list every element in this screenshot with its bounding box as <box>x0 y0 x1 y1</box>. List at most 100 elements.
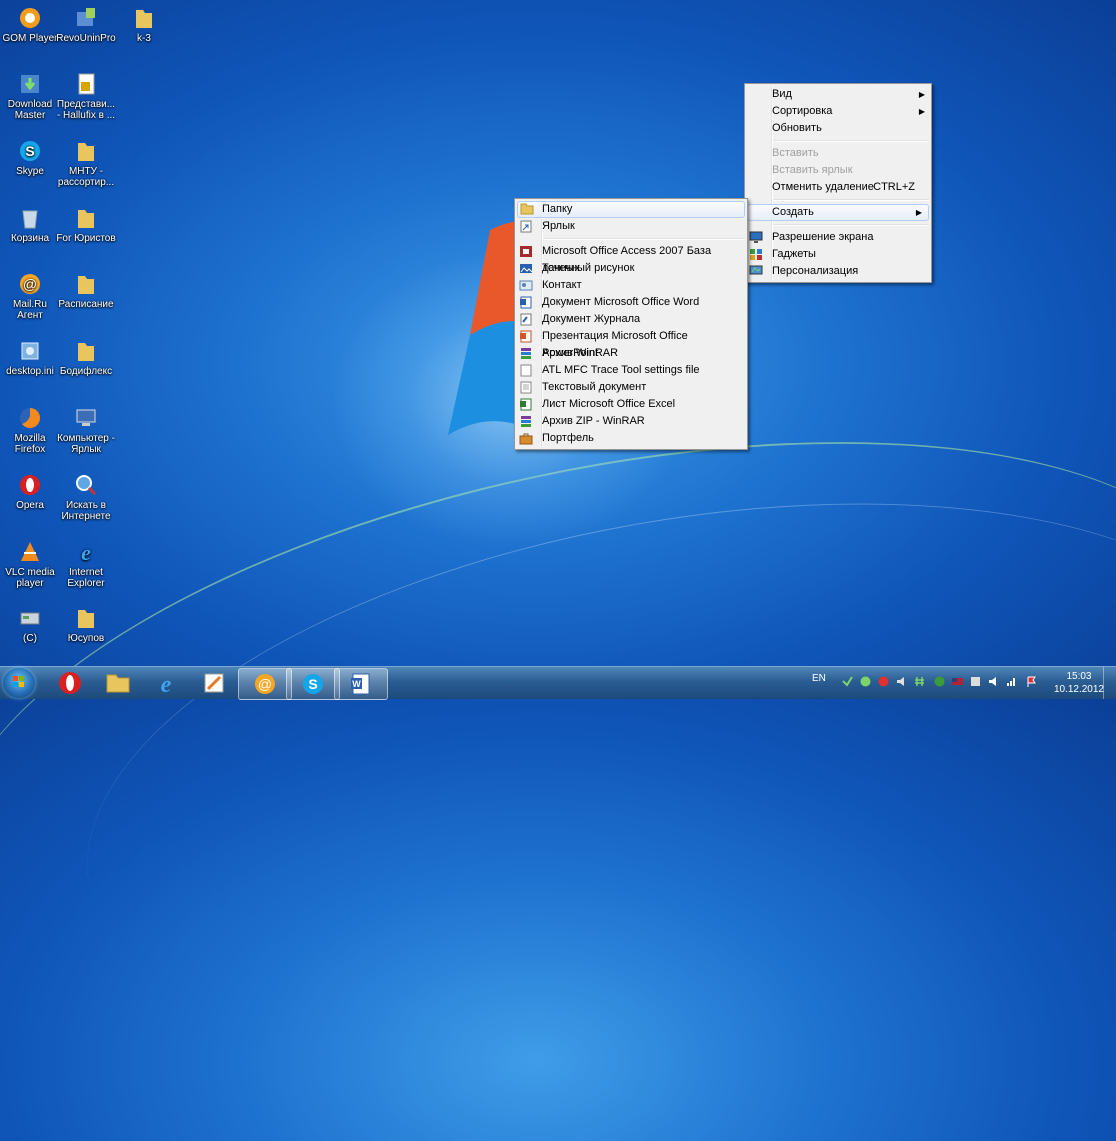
desktop-icon-schedule[interactable]: Расписание <box>56 272 116 310</box>
desktop-icon-recycle-bin[interactable]: Корзина <box>0 206 60 244</box>
menu-item-label: Архив WinRAR <box>542 347 619 359</box>
tray-mail-icon[interactable] <box>860 676 871 687</box>
menu-item-screen-resolution[interactable]: Разрешение экрана <box>745 229 931 246</box>
desktop-icon-label: Mail.Ru Агент <box>13 299 47 321</box>
skype-icon: S <box>303 674 323 694</box>
submenu-item-powerpoint[interactable]: Презентация Microsoft Office PowerPoint <box>515 328 747 359</box>
desktop-icon-presentation-shortcut[interactable]: Представи... - Hallufix в ... <box>56 72 116 121</box>
submenu-item-winrar[interactable]: Архив WinRAR <box>515 345 747 362</box>
clock-date: 10.12.2012 <box>1053 684 1104 695</box>
submenu-arrow-icon: ▶ <box>918 107 925 116</box>
shortcut-icon <box>520 220 532 233</box>
submenu-arrow-icon: ▶ <box>915 208 922 217</box>
desktop-icon-search-internet[interactable]: Искать в Интернете <box>56 473 116 522</box>
svg-text:W: W <box>352 679 361 689</box>
screen-resolution-icon <box>749 231 763 243</box>
taskbar-word-button[interactable]: W <box>334 668 388 700</box>
menu-item-label: Ярлык <box>542 220 575 232</box>
desktop-icon-label: Download Master <box>7 99 53 121</box>
menu-item-view[interactable]: Вид ▶ <box>745 86 931 103</box>
desktop-icon-bodyflex[interactable]: Бодифлекс <box>56 339 116 377</box>
desktop-icon-label: Opera <box>16 500 44 511</box>
submenu-item-folder[interactable]: Папку <box>517 201 745 218</box>
desktop-icon-mntu[interactable]: МНТУ - рассортир... <box>56 139 116 188</box>
taskbar-opera-button[interactable] <box>44 668 96 698</box>
submenu-item-zip[interactable]: Архив ZIP - WinRAR <box>515 413 747 430</box>
menu-item-personalization[interactable]: Персонализация <box>745 263 931 280</box>
paint-icon <box>204 673 224 693</box>
taskbar: e @ S W EN 15:03 10.12.2012 <box>0 666 1116 700</box>
zip-archive-icon <box>521 416 531 427</box>
desktop-icon-label: k-3 <box>137 33 151 44</box>
submenu-item-text[interactable]: Текстовый документ <box>515 379 747 396</box>
menu-item-label: Портфель <box>542 432 594 444</box>
desktop-icon-desktop-ini[interactable]: desktop.ini <box>0 339 60 377</box>
desktop-icon-vlc[interactable]: VLC media player <box>0 540 60 589</box>
tray-device-icon[interactable] <box>970 676 981 687</box>
mailru-agent-icon: @ <box>255 674 275 694</box>
submenu-item-word[interactable]: Документ Microsoft Office Word <box>515 294 747 311</box>
submenu-item-bitmap[interactable]: Точечный рисунок <box>515 260 747 277</box>
windows-start-icon <box>13 676 24 687</box>
winrar-icon <box>521 348 531 359</box>
tray-opera-icon[interactable] <box>878 676 889 687</box>
taskbar-explorer-button[interactable] <box>92 668 144 698</box>
submenu-item-briefcase[interactable]: Портфель <box>515 430 747 447</box>
gadgets-icon <box>750 249 762 260</box>
taskbar-mailru-button[interactable]: @ <box>238 668 292 700</box>
menu-item-label: Контакт <box>542 279 582 291</box>
desktop-icon-label: Представи... - Hallufix в ... <box>56 99 116 121</box>
start-button[interactable] <box>3 668 35 698</box>
desktop-icon-gom-player[interactable]: GOM Player <box>0 6 60 44</box>
desktop-icon-label: RevoUninPro <box>56 33 116 44</box>
folder-icon <box>106 674 130 693</box>
submenu-item-atl[interactable]: ATL MFC Trace Tool settings file <box>515 362 747 379</box>
desktop-icon-label: Корзина <box>10 233 50 244</box>
tray-volume-icon[interactable] <box>896 676 907 687</box>
tray-flag-icon[interactable] <box>952 676 963 687</box>
opera-icon <box>59 672 81 694</box>
svg-text:S: S <box>308 676 317 692</box>
menu-item-label: Документ Microsoft Office Word <box>542 296 700 308</box>
submenu-item-contact[interactable]: Контакт <box>515 277 747 294</box>
language-indicator[interactable]: EN <box>812 673 826 684</box>
submenu-item-excel[interactable]: Лист Microsoft Office Excel <box>515 396 747 413</box>
menu-item-refresh[interactable]: Обновить <box>745 120 931 137</box>
word-icon: W <box>351 673 370 695</box>
desktop-icon-internet-explorer[interactable]: e Internet Explorer <box>56 540 116 589</box>
menu-item-gadgets[interactable]: Гаджеты <box>745 246 931 263</box>
clock[interactable]: 15:03 10.12.2012 <box>1054 670 1104 696</box>
tray-signal-icon[interactable] <box>1006 676 1017 687</box>
desktop-icon-c-shortcut[interactable]: (C) <box>0 606 60 644</box>
tray-network-icon[interactable] <box>842 676 853 687</box>
desktop-icon-computer-shortcut[interactable]: Компьютер - Ярлык <box>56 406 116 455</box>
desktop-icon-label: Искать в Интернете <box>61 500 111 522</box>
desktop-icon-label: Mozilla Firefox <box>14 433 46 455</box>
tray-hash-icon[interactable] <box>914 676 925 687</box>
desktop-icon-label: Расписание <box>58 299 114 310</box>
desktop-icon-label: VLC media player <box>5 567 55 589</box>
menu-item-undo-delete[interactable]: Отменить удаление CTRL+Z <box>745 179 931 196</box>
taskbar-ie-button[interactable]: e <box>140 668 192 698</box>
taskbar-app-button[interactable] <box>188 668 240 698</box>
menu-item-create[interactable]: Создать ▶ <box>747 204 929 221</box>
menu-item-label: Обновить <box>772 122 822 134</box>
desktop-icon-k3[interactable]: k-3 <box>114 6 174 44</box>
desktop-icon-revouninpro[interactable]: RevoUninPro <box>56 6 116 44</box>
desktop-icon-yusupov[interactable]: Юсупов <box>56 606 116 644</box>
menu-item-sort[interactable]: Сортировка ▶ <box>745 103 931 120</box>
desktop-icon-skype[interactable]: S Skype <box>0 139 60 177</box>
tray-at-icon[interactable] <box>934 676 945 687</box>
tray-speaker-icon[interactable] <box>988 676 999 687</box>
desktop-icon-download-master[interactable]: Download Master <box>0 72 60 121</box>
taskbar-skype-button[interactable]: S <box>286 668 340 700</box>
desktop-icon-for-lawyers[interactable]: For Юристов <box>56 206 116 244</box>
submenu-item-journal[interactable]: Документ Журнала <box>515 311 747 328</box>
submenu-item-shortcut[interactable]: Ярлык <box>515 218 747 235</box>
desktop-icon-firefox[interactable]: Mozilla Firefox <box>0 406 60 455</box>
tray-action-center-icon[interactable] <box>1026 676 1037 687</box>
desktop-icon-opera[interactable]: Opera <box>0 473 60 511</box>
submenu-item-access[interactable]: Microsoft Office Access 2007 База данных <box>515 243 747 274</box>
desktop-icon-mailru-agent[interactable]: @ Mail.Ru Агент <box>0 272 60 321</box>
show-desktop-button[interactable] <box>1103 667 1116 699</box>
